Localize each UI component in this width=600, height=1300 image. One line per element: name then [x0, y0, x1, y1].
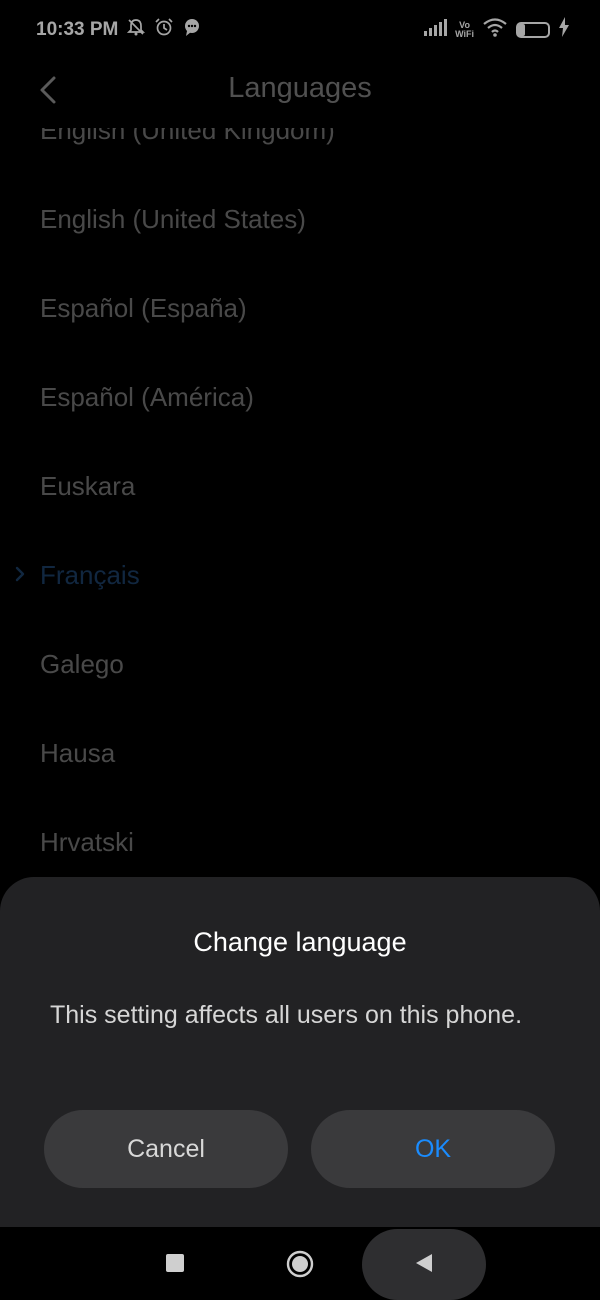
language-label: Español (América) [40, 382, 254, 412]
page-title: Languages [228, 72, 372, 104]
recent-apps-button[interactable] [160, 1248, 190, 1278]
vowifi-line-2: WiFi [455, 28, 474, 39]
language-list-viewport[interactable]: English (United Kingdom) English (United… [0, 128, 600, 888]
language-label: Français [40, 560, 140, 590]
ok-button[interactable]: OK [311, 1110, 555, 1188]
header: Languages [0, 60, 600, 122]
language-item[interactable]: Español (América) [0, 353, 600, 442]
change-language-dialog: Change language This setting affects all… [0, 877, 600, 1227]
language-list: English (United Kingdom) English (United… [0, 128, 600, 887]
selected-chevron-icon [14, 565, 26, 588]
battery-level: 24 [527, 23, 539, 35]
vowifi-indicator: Vo WiFi [455, 20, 474, 39]
language-label: English (United Kingdom) [40, 128, 335, 145]
signal-icon [423, 18, 448, 41]
status-right: Vo WiFi 24 [423, 17, 570, 42]
language-label: English (United States) [40, 204, 306, 234]
dialog-message: This setting affects all users on this p… [50, 1001, 523, 1029]
language-item[interactable]: English (United Kingdom) [0, 128, 600, 175]
language-item[interactable]: English (United States) [0, 175, 600, 264]
language-item[interactable]: Hausa [0, 709, 600, 798]
alarm-icon [154, 17, 174, 42]
cancel-button[interactable]: Cancel [44, 1110, 288, 1188]
status-left: 10:33 PM [36, 17, 202, 42]
bell-off-icon [126, 17, 146, 42]
language-item-selected[interactable]: Français [0, 531, 600, 620]
battery-icon: 24 [516, 21, 550, 38]
languages-screen: 10:33 PM Vo WiFi 24 Languages English (U… [0, 0, 600, 1300]
navigation-bar [0, 1227, 600, 1300]
language-label: Galego [40, 649, 124, 679]
wifi-icon [482, 17, 508, 42]
circle-home-icon [286, 1250, 314, 1278]
dialog-title: Change language [193, 927, 407, 957]
language-item[interactable]: Español (España) [0, 264, 600, 353]
nav-back-button[interactable] [404, 1248, 444, 1278]
chat-bubble-icon [182, 17, 202, 42]
language-label: Hausa [40, 738, 116, 768]
status-time: 10:33 PM [36, 18, 119, 40]
square-recent-apps-icon [166, 1254, 184, 1272]
triangle-back-icon [416, 1254, 432, 1272]
status-bar: 10:33 PM Vo WiFi 24 [0, 0, 600, 56]
charging-bolt-icon [558, 17, 570, 42]
home-button[interactable] [282, 1246, 318, 1282]
language-item[interactable]: Galego [0, 620, 600, 709]
language-item[interactable]: Euskara [0, 442, 600, 531]
language-item[interactable]: Hrvatski [0, 798, 600, 887]
language-label: Hrvatski [40, 827, 134, 857]
language-label: Euskara [40, 471, 136, 501]
language-label: Español (España) [40, 293, 247, 323]
